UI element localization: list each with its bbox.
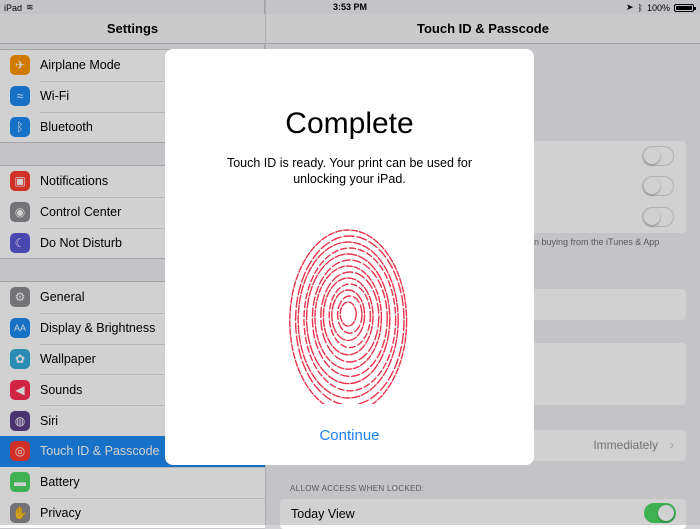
touch-id-complete-modal: Complete Touch ID is ready. Your print c… bbox=[165, 49, 534, 465]
modal-title: Complete bbox=[285, 107, 414, 140]
continue-button[interactable]: Continue bbox=[165, 427, 534, 444]
location-icon: ➤ bbox=[626, 2, 634, 12]
modal-message: Touch ID is ready. Your print can be use… bbox=[226, 156, 473, 186]
status-bar: iPad ≋ 3:53 PM ➤ ᛒ 100% bbox=[0, 0, 700, 14]
battery-percent: 100% bbox=[646, 2, 670, 13]
battery-icon bbox=[674, 3, 696, 12]
fingerprint-icon bbox=[289, 229, 408, 404]
bluetooth-status-icon: ᛒ bbox=[637, 2, 643, 13]
status-time: 3:53 PM bbox=[332, 2, 367, 12]
